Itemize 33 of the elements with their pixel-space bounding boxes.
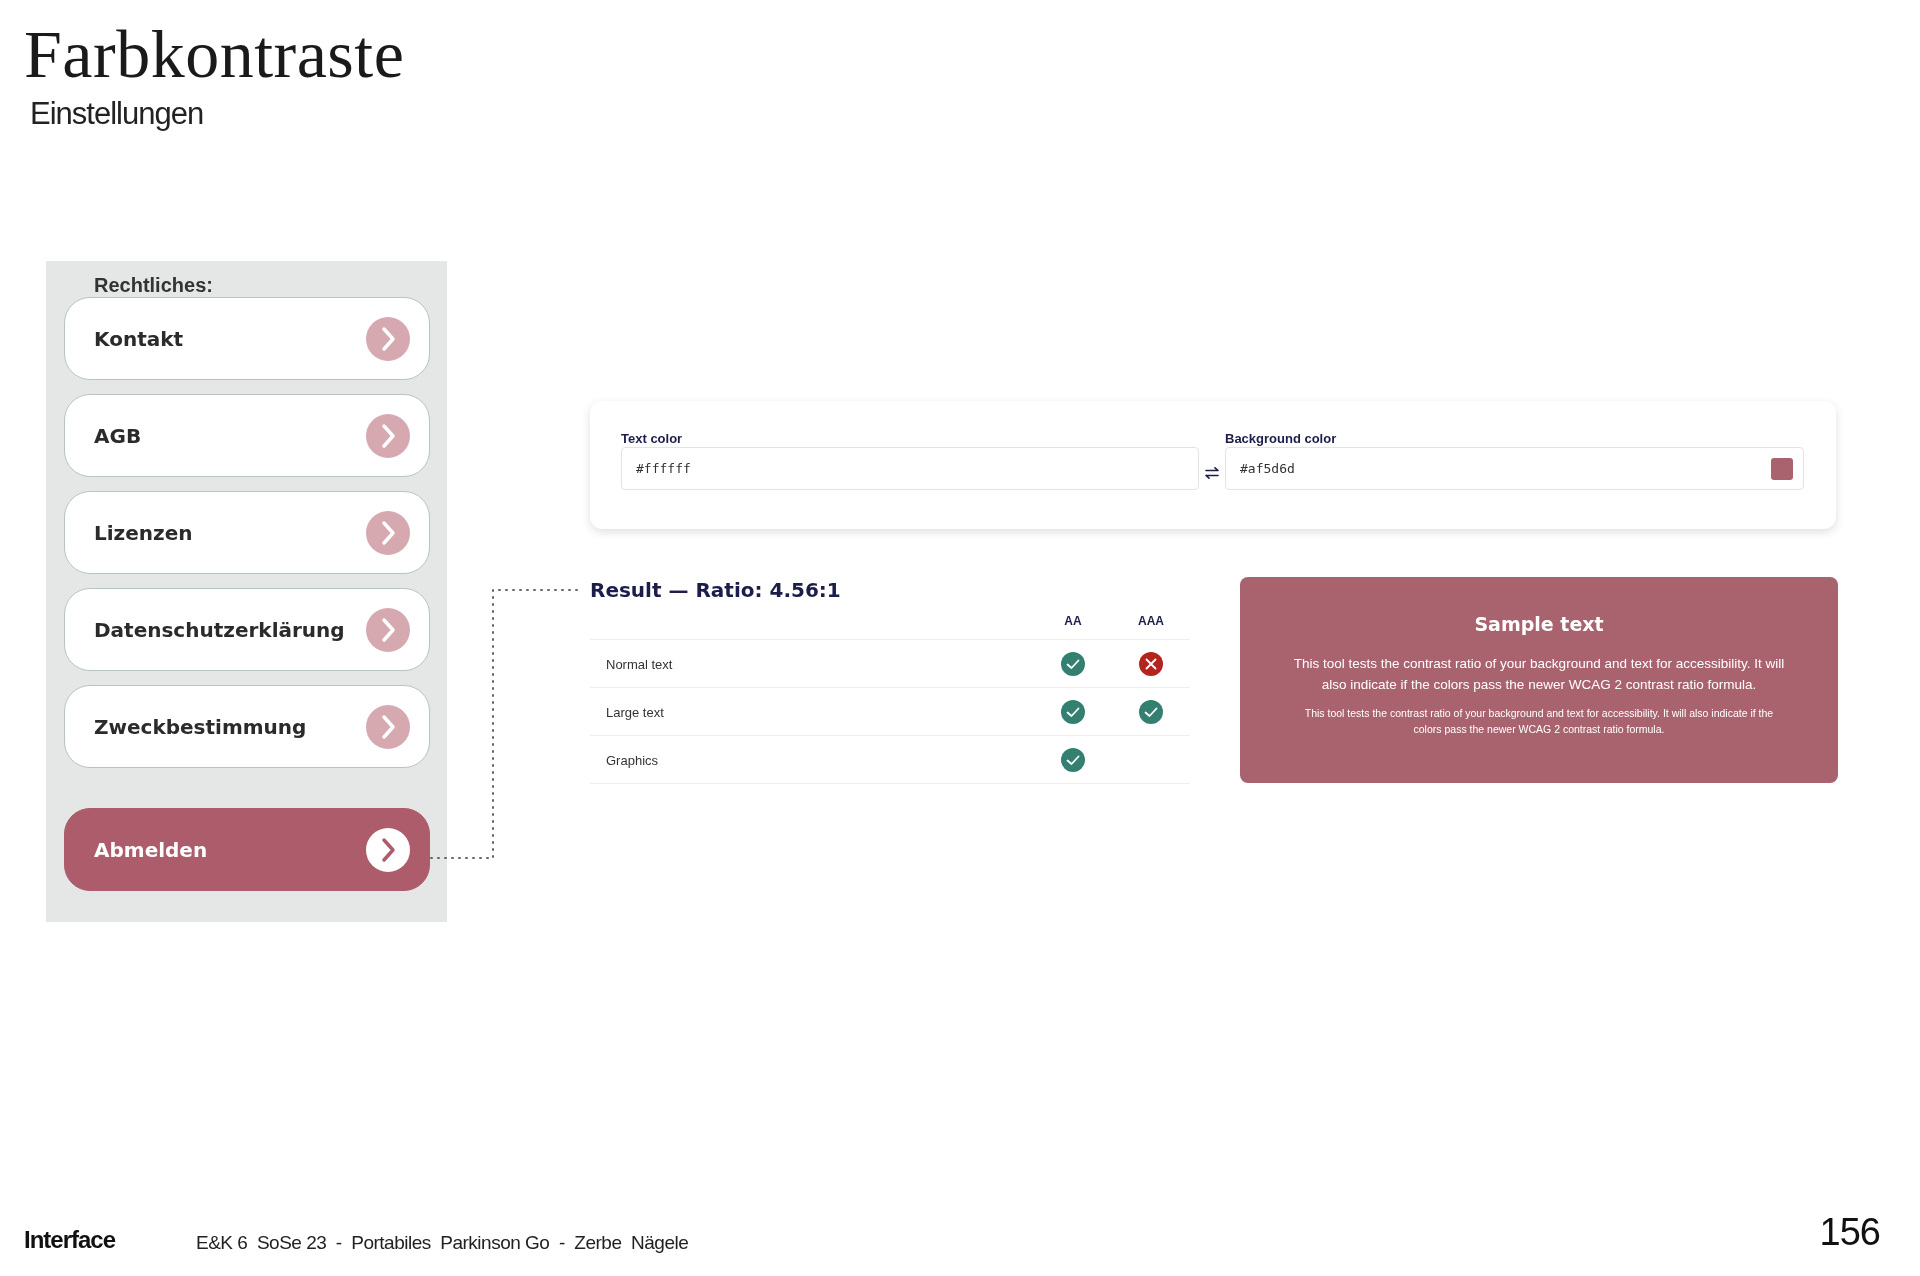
color-swatch[interactable] bbox=[1771, 457, 1793, 480]
sample-paragraph: This tool tests the contrast ratio of your background and text for accessibility. It will also indicate if the colors pass the newer WCAG 2 contrast ratio formula. bbox=[1303, 706, 1775, 737]
color-input-field[interactable]: #ffffff bbox=[621, 447, 1199, 490]
swap-icon[interactable] bbox=[1205, 466, 1219, 479]
sample-heading: Sample text bbox=[1473, 613, 1605, 635]
menu-item[interactable]: AGB bbox=[64, 394, 430, 477]
chevron-circle-icon bbox=[366, 510, 410, 555]
row-label: Normal text bbox=[605, 656, 673, 672]
menu-item[interactable]: Kontakt bbox=[64, 297, 430, 380]
chevron-circle-icon bbox=[366, 704, 410, 749]
color-input-field[interactable]: #af5d6d bbox=[1225, 447, 1804, 490]
column-header: AAA bbox=[1138, 614, 1164, 628]
field-label: Text color bbox=[621, 431, 683, 446]
chevron-circle-icon bbox=[366, 413, 410, 458]
page-subtitle: Einstellungen bbox=[30, 96, 204, 131]
menu-item[interactable]: Lizenzen bbox=[64, 491, 430, 574]
chevron-circle-icon bbox=[366, 607, 410, 652]
field-label: Background color bbox=[1225, 431, 1337, 446]
row-label: Graphics bbox=[605, 752, 659, 768]
chevron-circle-icon bbox=[366, 316, 410, 361]
column-header: AA bbox=[1064, 614, 1082, 628]
menu-item[interactable]: Zweckbestimmung bbox=[64, 685, 430, 768]
chevron-circle-icon bbox=[366, 827, 410, 872]
row-label: Large text bbox=[605, 704, 664, 720]
logout-button[interactable]: Abmelden bbox=[64, 808, 430, 891]
section-heading: Rechtliches: bbox=[94, 274, 213, 296]
footer-meta: E&K 6 SoSe 23 - Portabiles Parkinson Go - Zerbe Nägele bbox=[196, 1232, 689, 1254]
sample-paragraph: This tool tests the contrast ratio of your background and text for accessibility. It will also indicate if the colors pass the newer WCAG 2 contrast ratio formula. bbox=[1292, 655, 1786, 694]
page-title: Farbkontraste bbox=[24, 15, 406, 94]
menu-item[interactable]: Datenschutzerklärung bbox=[64, 588, 430, 671]
page-number: 156 bbox=[1819, 1211, 1880, 1254]
result-title: Result — Ratio: 4.56:1 bbox=[590, 578, 841, 602]
section-label: Interface bbox=[24, 1226, 117, 1254]
